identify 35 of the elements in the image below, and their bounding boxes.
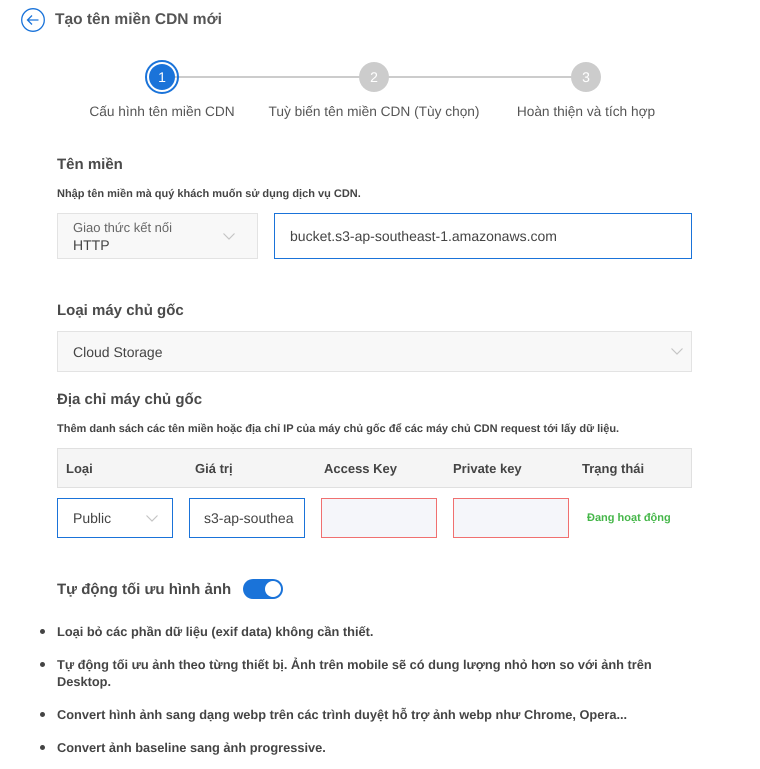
step-label: Hoàn thiện và tích hợp	[516, 103, 656, 120]
feature-text: Convert ảnh baseline sang ảnh progressive.	[57, 739, 326, 756]
step-indicator: 1	[145, 60, 179, 94]
toggle-label: Tự động tối ưu hình ảnh	[57, 580, 232, 598]
chevron-down-icon	[671, 348, 683, 355]
value-input[interactable]: s3-ap-southea	[189, 498, 305, 538]
feature-text: Loại bỏ các phần dữ liệu (exif data) không cần thiết.	[57, 623, 374, 640]
section-heading: Loại máy chủ gốc	[57, 301, 185, 321]
step-label: Tuỳ biến tên miền CDN (Tùy chọn)	[268, 103, 480, 120]
column-header: Trạng thái	[582, 460, 644, 476]
step-label: Cấu hình tên miền CDN	[89, 103, 235, 120]
section-description: Thêm danh sách các tên miền hoặc địa chỉ IP của máy chủ gốc để các máy chủ CDN request tới lấy dữ liệu.	[57, 422, 620, 437]
column-header: Access Key	[324, 460, 397, 476]
column-header: Loại	[66, 460, 93, 476]
bullet-icon	[40, 662, 45, 667]
back-icon[interactable]	[21, 8, 45, 32]
bullet-icon	[40, 745, 45, 750]
type-select[interactable]: Public	[57, 498, 173, 538]
feature-text: Convert hình ảnh sang dạng webp trên các trình duyệt hỗ trợ ảnh webp như Chrome, Opera...	[57, 706, 628, 723]
toggle-switch[interactable]	[243, 579, 284, 599]
feature-text: Tự động tối ưu ảnh theo từng thiết bị. Ảnh trên mobile sẽ có dung lượng nhỏ hơn so với ảnh trên Desktop.	[57, 656, 653, 690]
status-text: Đang hoạt động	[587, 512, 671, 524]
section-description: Nhập tên miền mà quý khách muốn sử dụng dịch vụ CDN.	[57, 187, 362, 202]
chevron-down-icon	[223, 232, 235, 240]
bullet-icon	[40, 629, 45, 634]
section-heading: Tên miền	[57, 155, 124, 175]
domain-input[interactable]: bucket.s3-ap-southeast-1.amazonaws.com	[274, 213, 692, 259]
column-header: Giá trị	[195, 460, 233, 476]
access-key-input[interactable]	[321, 498, 437, 538]
bullet-icon	[40, 712, 45, 717]
column-header: Private key	[453, 460, 522, 476]
page-title: Tạo tên miền CDN mới	[55, 11, 222, 29]
chevron-down-icon	[146, 514, 158, 522]
section-heading: Địa chỉ máy chủ gốc	[57, 390, 204, 410]
private-key-input[interactable]	[453, 498, 569, 538]
